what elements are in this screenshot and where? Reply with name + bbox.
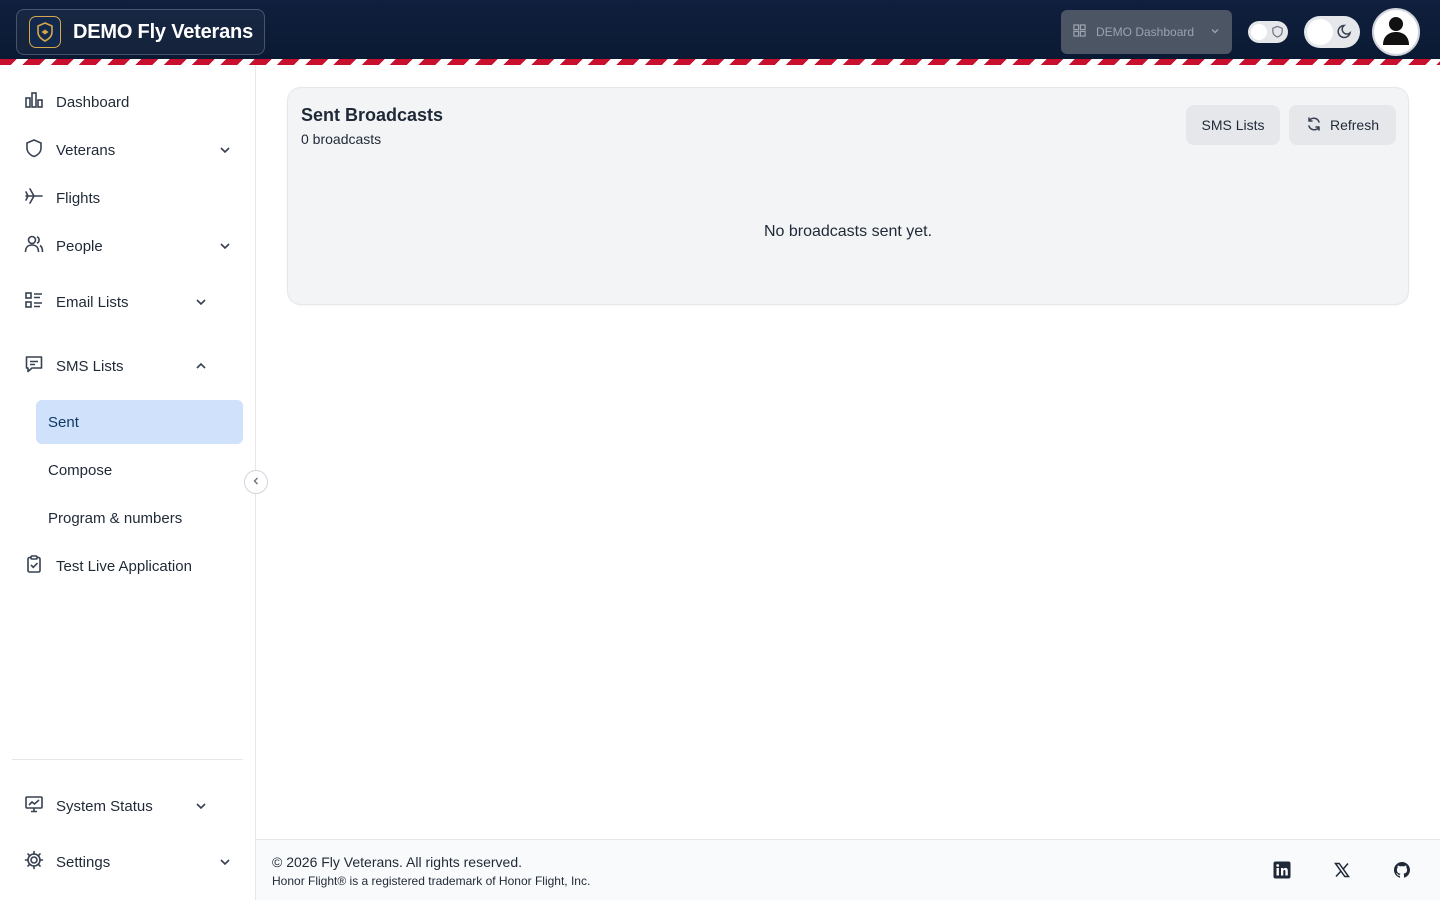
sidebar-item-label: Test Live Application bbox=[56, 557, 192, 575]
moon-icon bbox=[1337, 23, 1353, 44]
sidebar-item-label: SMS Lists bbox=[56, 357, 124, 375]
chevron-down-icon bbox=[1210, 25, 1220, 39]
button-label: Refresh bbox=[1329, 117, 1380, 133]
sms-lists-button[interactable]: SMS Lists bbox=[1186, 105, 1280, 145]
message-icon bbox=[24, 354, 44, 378]
chevron-up-icon bbox=[194, 359, 208, 373]
x-icon[interactable] bbox=[1332, 860, 1352, 880]
chevron-down-icon bbox=[218, 239, 232, 253]
refresh-icon bbox=[1306, 116, 1322, 135]
dashboard-select-label: DEMO Dashboard bbox=[1096, 25, 1195, 39]
sidebar-item-test-live-application[interactable]: Test Live Application bbox=[12, 544, 244, 588]
broadcast-count: 0 broadcasts bbox=[301, 131, 382, 147]
footer: © 2026 Fly Veterans. All rights reserved… bbox=[256, 839, 1440, 900]
sidebar-item-people[interactable]: People bbox=[12, 224, 244, 268]
gear-icon bbox=[24, 850, 44, 874]
sidebar-subitem-program-numbers[interactable]: Program & numbers bbox=[36, 496, 243, 540]
sidebar-subitem-label: Program & numbers bbox=[48, 509, 183, 527]
sent-broadcasts-card: Sent Broadcasts 0 broadcasts SMS Lists R… bbox=[287, 87, 1409, 305]
sidebar-item-veterans[interactable]: Veterans bbox=[12, 128, 244, 172]
user-icon bbox=[1382, 15, 1410, 50]
sidebar-subitem-label: Compose bbox=[48, 461, 113, 479]
github-icon[interactable] bbox=[1392, 860, 1412, 880]
toggle-knob bbox=[1307, 19, 1333, 45]
sidebar-divider bbox=[12, 759, 243, 760]
sidebar-item-label: System Status bbox=[56, 797, 153, 815]
toggle-knob bbox=[1251, 24, 1267, 40]
sidebar-subitem-sent[interactable]: Sent bbox=[36, 400, 243, 444]
chevron-down-icon bbox=[194, 295, 208, 309]
sidebar-item-label: Email Lists bbox=[56, 293, 129, 311]
trademark-text: Honor Flight® is a registered trademark … bbox=[272, 874, 591, 888]
sidebar-item-email-lists[interactable]: Email Lists bbox=[12, 280, 220, 324]
sidebar-item-dashboard[interactable]: Dashboard bbox=[12, 80, 244, 124]
chevron-down-icon bbox=[218, 143, 232, 157]
sidebar-subitem-label: Sent bbox=[48, 413, 79, 431]
sidebar-item-label: Flights bbox=[56, 189, 101, 207]
brand-home-link[interactable]: DEMO Fly Veterans bbox=[16, 9, 265, 55]
refresh-button[interactable]: Refresh bbox=[1289, 105, 1396, 145]
bar-chart-icon bbox=[24, 90, 44, 114]
sidebar: Dashboard Veterans Flights People Email … bbox=[0, 65, 256, 900]
patriotic-theme-toggle[interactable] bbox=[1248, 21, 1288, 43]
monitor-icon bbox=[24, 794, 44, 818]
copyright-text: © 2026 Fly Veterans. All rights reserved… bbox=[272, 854, 522, 870]
sidebar-item-flights[interactable]: Flights bbox=[12, 176, 244, 220]
chevron-left-icon bbox=[251, 473, 261, 491]
sidebar-item-sms-lists[interactable]: SMS Lists bbox=[12, 344, 220, 388]
brand-title: DEMO Fly Veterans bbox=[73, 20, 253, 43]
sidebar-item-settings[interactable]: Settings bbox=[12, 840, 244, 884]
dark-mode-toggle[interactable] bbox=[1304, 16, 1360, 48]
user-avatar[interactable] bbox=[1372, 8, 1420, 56]
top-header: DEMO Fly Veterans DEMO Dashboard bbox=[0, 0, 1440, 60]
button-label: SMS Lists bbox=[1201, 117, 1265, 133]
sidebar-item-label: Veterans bbox=[56, 141, 116, 159]
chevron-down-icon bbox=[218, 855, 232, 869]
plane-icon bbox=[24, 186, 44, 210]
sidebar-item-label: Settings bbox=[56, 853, 111, 871]
clipboard-check-icon bbox=[24, 554, 44, 578]
list-icon bbox=[24, 290, 44, 314]
page-title: Sent Broadcasts bbox=[301, 105, 444, 125]
empty-state-message: No broadcasts sent yet. bbox=[763, 223, 933, 240]
users-icon bbox=[24, 234, 44, 258]
linkedin-icon[interactable] bbox=[1272, 860, 1292, 880]
grid-icon bbox=[1073, 24, 1086, 40]
sidebar-item-label: Dashboard bbox=[56, 93, 130, 111]
shield-toggle-icon bbox=[1271, 25, 1284, 43]
shield-icon bbox=[24, 138, 44, 162]
shield-logo-icon bbox=[29, 16, 61, 48]
sidebar-item-system-status[interactable]: System Status bbox=[12, 784, 220, 828]
chevron-down-icon bbox=[194, 799, 208, 813]
sidebar-item-label: People bbox=[56, 237, 103, 255]
dashboard-select[interactable]: DEMO Dashboard bbox=[1061, 10, 1232, 54]
sidebar-collapse-button[interactable] bbox=[244, 470, 268, 494]
sidebar-subitem-compose[interactable]: Compose bbox=[36, 448, 243, 492]
